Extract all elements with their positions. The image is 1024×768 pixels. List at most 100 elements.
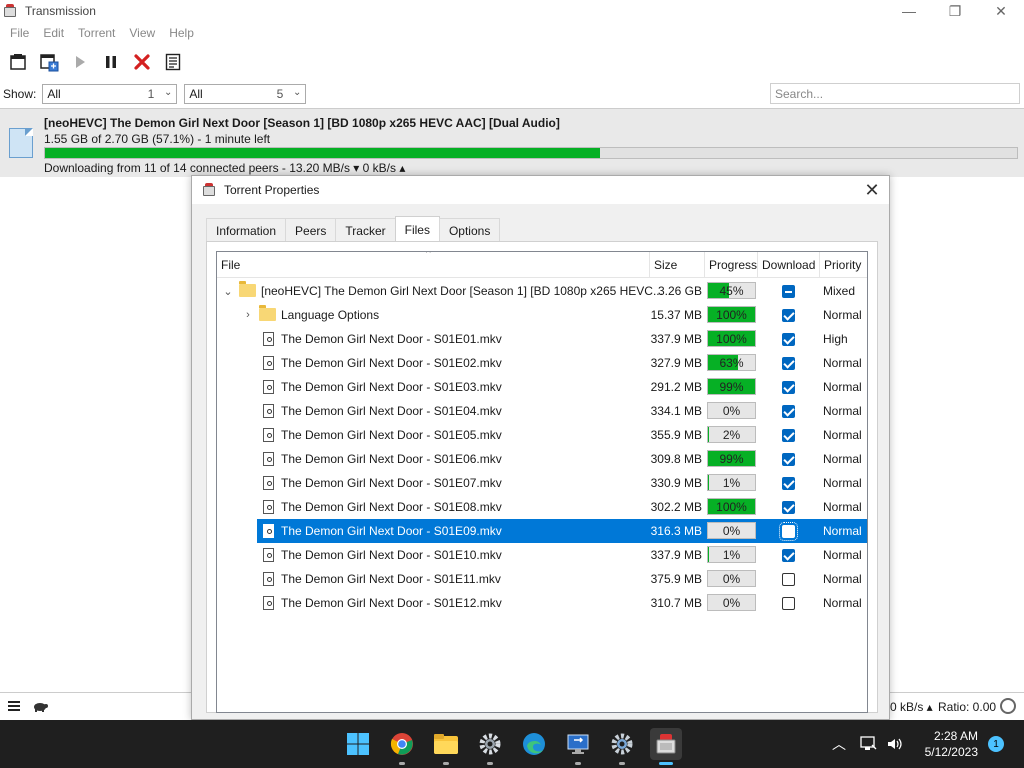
file-row[interactable]: The Demon Girl Next Door - S01E01.mkv 337…	[217, 327, 867, 351]
download-checkbox[interactable]	[782, 309, 795, 322]
pause-button[interactable]	[99, 50, 123, 74]
download-checkbox[interactable]	[779, 522, 798, 541]
search-input[interactable]: Search...	[770, 83, 1020, 104]
file-row[interactable]: The Demon Girl Next Door - S01E04.mkv 334…	[217, 399, 867, 423]
file-row[interactable]: The Demon Girl Next Door - S01E08.mkv 302…	[217, 495, 867, 519]
chevron-right-icon[interactable]: ›	[241, 303, 255, 327]
menu-view[interactable]: View	[129, 26, 155, 40]
remove-button[interactable]	[130, 50, 154, 74]
column-download[interactable]: Download	[758, 252, 820, 278]
download-checkbox[interactable]	[782, 597, 795, 610]
priority-value[interactable]: High	[823, 327, 848, 351]
priority-value[interactable]: Normal	[823, 591, 862, 615]
download-checkbox[interactable]	[782, 381, 795, 394]
file-row[interactable]: The Demon Girl Next Door - S01E09.mkv 316…	[217, 519, 867, 543]
folder-row[interactable]: ⌄ [neoHEVC] The Demon Girl Next Door [Sea…	[217, 279, 867, 303]
tracker-filter-combo[interactable]: All 5 ⌄	[184, 84, 307, 104]
priority-value[interactable]: Normal	[823, 375, 862, 399]
close-button[interactable]: ✕	[978, 0, 1024, 22]
file-row[interactable]: The Demon Girl Next Door - S01E06.mkv 309…	[217, 447, 867, 471]
video-file-icon	[263, 332, 274, 346]
open-url-button[interactable]	[37, 50, 61, 74]
priority-value[interactable]: Normal	[823, 351, 862, 375]
start-button[interactable]	[342, 728, 374, 760]
file-row[interactable]: The Demon Girl Next Door - S01E05.mkv 355…	[217, 423, 867, 447]
file-row[interactable]: The Demon Girl Next Door - S01E07.mkv 330…	[217, 471, 867, 495]
tab-files[interactable]: Files	[394, 216, 440, 242]
column-size[interactable]: Size	[650, 252, 705, 278]
column-progress[interactable]: Progress	[705, 252, 758, 278]
download-checkbox[interactable]	[782, 549, 795, 562]
column-priority[interactable]: Priority	[820, 252, 867, 278]
download-checkbox[interactable]	[782, 453, 795, 466]
chrome-taskbar-button[interactable]	[386, 728, 418, 765]
column-file[interactable]: File	[217, 252, 650, 278]
download-checkbox[interactable]	[782, 429, 795, 442]
file-row[interactable]: The Demon Girl Next Door - S01E02.mkv 327…	[217, 351, 867, 375]
menu-edit[interactable]: Edit	[43, 26, 64, 40]
status-filter-combo[interactable]: All 1 ⌄	[42, 84, 178, 104]
file-progress-text: 100%	[716, 331, 747, 346]
file-row[interactable]: The Demon Girl Next Door - S01E11.mkv 375…	[217, 567, 867, 591]
file-size: 355.9 MB	[650, 428, 702, 442]
priority-value[interactable]: Normal	[823, 519, 862, 543]
download-checkbox[interactable]	[782, 357, 795, 370]
chevron-down-icon[interactable]: ⌄	[221, 279, 235, 303]
folder-row[interactable]: › Language Options 15.37 MB 100% Normal	[217, 303, 867, 327]
show-hidden-icons-icon[interactable]: ︿	[832, 734, 846, 754]
download-checkbox[interactable]	[782, 573, 795, 586]
download-checkbox[interactable]	[782, 405, 795, 418]
torrent-row[interactable]: [neoHEVC] The Demon Girl Next Door [Seas…	[0, 109, 1024, 177]
tab-tracker[interactable]: Tracker	[335, 218, 396, 242]
minimize-button[interactable]: —	[886, 0, 932, 22]
settings-taskbar-button[interactable]	[606, 728, 638, 765]
priority-value[interactable]: Normal	[823, 567, 862, 591]
priority-value[interactable]: Normal	[823, 471, 862, 495]
file-progress-text: 0%	[722, 523, 741, 538]
tab-options[interactable]: Options	[438, 218, 501, 242]
settings-gear-taskbar-button[interactable]	[474, 728, 506, 765]
properties-button[interactable]	[161, 50, 185, 74]
menu-help[interactable]: Help	[169, 26, 194, 40]
file-size: 330.9 MB	[650, 476, 702, 490]
menu-file[interactable]: File	[10, 26, 29, 40]
file-row[interactable]: The Demon Girl Next Door - S01E10.mkv 337…	[217, 543, 867, 567]
turtle-icon[interactable]	[32, 699, 48, 713]
remote-desktop-taskbar-button[interactable]	[562, 728, 594, 765]
main-menu-icon[interactable]	[8, 701, 20, 711]
open-torrent-button[interactable]	[6, 50, 30, 74]
download-checkbox[interactable]	[782, 501, 795, 514]
maximize-button[interactable]: ❐	[932, 0, 978, 22]
file-name: The Demon Girl Next Door - S01E06.mkv	[281, 452, 502, 466]
priority-value[interactable]: Normal	[823, 447, 862, 471]
priority-value[interactable]: Normal	[823, 399, 862, 423]
tab-information[interactable]: Information	[206, 218, 287, 242]
priority-value[interactable]: Mixed	[823, 279, 855, 303]
chevron-down-icon: ⌄	[292, 87, 302, 98]
menu-torrent[interactable]: Torrent	[78, 26, 115, 40]
tab-peers[interactable]: Peers	[285, 218, 337, 242]
edge-taskbar-button[interactable]	[518, 728, 550, 760]
download-checkbox[interactable]	[782, 333, 795, 346]
transmission-taskbar-button[interactable]	[650, 728, 682, 765]
download-checkbox[interactable]	[782, 477, 795, 490]
priority-value[interactable]: Normal	[823, 495, 862, 519]
priority-value[interactable]: Normal	[823, 423, 862, 447]
network-icon[interactable]	[860, 736, 878, 752]
notification-badge[interactable]: 1	[988, 736, 1004, 752]
taskbar-clock[interactable]: 2:28 AM 5/12/2023	[925, 728, 978, 760]
priority-value[interactable]: Normal	[823, 303, 862, 327]
file-progress-text: 100%	[716, 499, 747, 514]
start-button[interactable]	[68, 50, 92, 74]
ratio-icon[interactable]	[1000, 698, 1016, 714]
video-file-icon	[263, 356, 274, 370]
volume-icon[interactable]	[886, 736, 904, 752]
file-explorer-taskbar-button[interactable]	[430, 728, 462, 765]
file-row[interactable]: The Demon Girl Next Door - S01E12.mkv 310…	[217, 591, 867, 615]
file-progress-bar: 2%	[707, 426, 756, 443]
dialog-close-button[interactable]: ✕	[861, 179, 883, 201]
file-row[interactable]: The Demon Girl Next Door - S01E03.mkv 291…	[217, 375, 867, 399]
ratio-text[interactable]: Ratio: 0.00	[938, 700, 996, 714]
priority-value[interactable]: Normal	[823, 543, 862, 567]
download-checkbox[interactable]	[782, 285, 795, 298]
